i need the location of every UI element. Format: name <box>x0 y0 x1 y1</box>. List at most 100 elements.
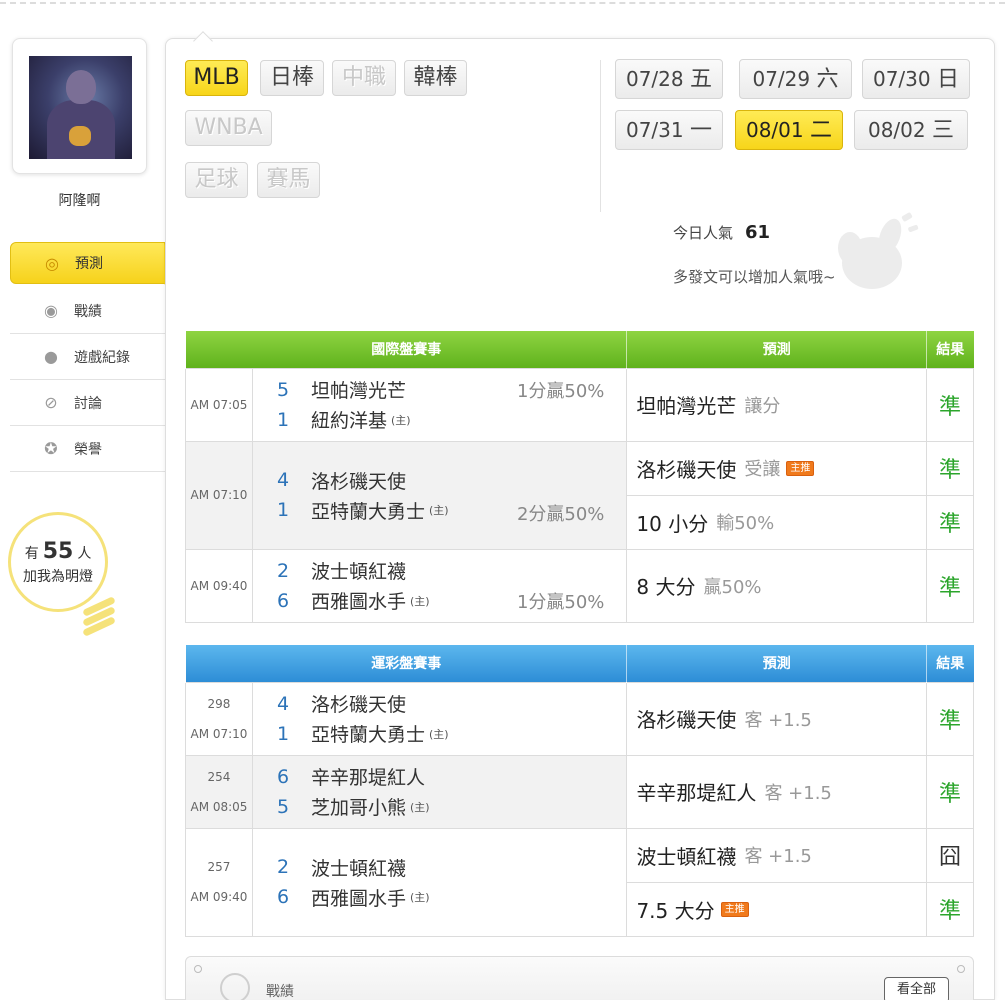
bulb-base-icon <box>82 596 122 646</box>
team-name[interactable]: 西雅圖水手 <box>311 587 406 614</box>
league-button[interactable]: 韓棒 <box>404 60 467 96</box>
team-name[interactable]: 洛杉磯天使 <box>311 467 406 494</box>
prediction: 波士頓紅襪客 +1.5 <box>636 841 926 870</box>
result-cell: 囧 <box>926 827 974 883</box>
mascot-watermark-icon <box>838 212 919 289</box>
league-button[interactable]: MLB <box>185 60 248 96</box>
sidebar-item-label: 遊戲紀錄 <box>74 349 130 366</box>
corner-dot <box>957 965 965 973</box>
prediction-cell: 10 小分 輸50% <box>626 494 928 550</box>
target-icon: ◎ <box>45 253 59 273</box>
game-time-cell: 298 AM 07:10 <box>185 681 253 756</box>
prediction-pick: 波士頓紅襪 <box>636 844 737 869</box>
handicap: 2分贏50% <box>516 503 605 525</box>
date-weekday: 二 <box>809 118 832 143</box>
prediction: 洛杉磯天使客 +1.5 <box>636 704 926 733</box>
record-icon: ◉ <box>44 301 58 320</box>
handicap: 1分贏50% <box>516 380 605 402</box>
prediction-cell: 洛杉磯天使 受讓 主推 <box>626 440 928 496</box>
team-name[interactable]: 波士頓紅襪 <box>311 557 406 584</box>
avatar[interactable] <box>29 56 132 159</box>
game-cell: 2 波士頓紅襪 6 西雅圖水手 (主) 1分贏50% <box>251 548 628 623</box>
date-month-day: 07/28 <box>625 67 684 91</box>
game-cell: 5 坦帕灣光芒 1 紐約洋基 (主) 1分贏50% <box>251 367 628 442</box>
game-time-cell: AM 07:05 <box>185 367 253 442</box>
fans-bulb[interactable]: 有 55 人 加我為明燈 <box>8 512 108 612</box>
team-score: 2 <box>276 856 290 878</box>
username[interactable]: 阿隆啊 <box>12 190 147 210</box>
fans-count-line: 有 55 人 <box>24 539 92 564</box>
team-name[interactable]: 波士頓紅襪 <box>311 854 406 881</box>
prediction: 10 小分 輸50% <box>636 508 926 537</box>
game-time: AM 07:10 <box>190 726 248 741</box>
result-cell: 準 <box>926 681 974 756</box>
prediction-cell: 8 大分 贏50% <box>626 548 928 623</box>
home-mark: (主) <box>428 727 449 741</box>
prediction-pick: 辛辛那堤紅人 <box>636 781 757 805</box>
date-button[interactable]: 07/29 六 <box>739 59 852 99</box>
table-row: AM 07:10 4 洛杉磯天使 1 亞特蘭大勇士 (主) 2分贏50% 洛杉磯天使 受讓 主推準 <box>185 440 974 550</box>
date-button[interactable]: 08/02 三 <box>854 110 968 150</box>
date-button[interactable]: 07/28 五 <box>615 59 723 99</box>
date-weekday: 五 <box>689 67 712 92</box>
header-pred: 預測 <box>626 645 927 682</box>
date-month-day: 07/29 <box>752 67 811 91</box>
team-score: 4 <box>276 692 290 715</box>
team-name[interactable]: 坦帕灣光芒 <box>311 376 406 403</box>
sidebar-item-0[interactable]: ◎ 預測 <box>10 242 174 285</box>
team-name[interactable]: 紐約洋基 <box>311 406 387 433</box>
header-pred: 預測 <box>626 331 927 368</box>
date-month-day: 08/02 <box>867 118 926 142</box>
result-cell: 準 <box>926 881 974 937</box>
date-weekday: 日 <box>936 67 959 92</box>
game-number: 298 <box>207 696 231 711</box>
team-score: 4 <box>276 469 290 491</box>
team-name[interactable]: 亞特蘭大勇士 <box>311 720 425 747</box>
team-line: 2 波士頓紅襪 <box>277 852 627 882</box>
date-button[interactable]: 07/31 一 <box>615 110 723 150</box>
featured-badge: 主推 <box>786 460 815 476</box>
game-cell: 6 辛辛那堤紅人 5 芝加哥小熊 (主) <box>251 754 628 829</box>
league-button[interactable]: 日棒 <box>260 60 324 96</box>
team-score: 6 <box>276 886 290 908</box>
record-icon <box>220 973 250 1000</box>
date-button[interactable]: 08/01 二 <box>735 110 843 150</box>
team-line: 1 亞特蘭大勇士 (主) <box>277 719 627 749</box>
fans-count: 55 <box>42 539 74 564</box>
sidebar-item-label: 預測 <box>75 256 103 272</box>
game-number: 257 <box>207 860 231 874</box>
header-result: 結果 <box>926 331 974 368</box>
team-name[interactable]: 洛杉磯天使 <box>311 690 406 717</box>
header-game: 國際盤賽事 <box>184 331 627 368</box>
game-time: AM 07:05 <box>190 397 248 412</box>
league-button[interactable]: 賽馬 <box>257 162 320 198</box>
header-game: 運彩盤賽事 <box>184 645 627 682</box>
team-score: 2 <box>276 559 290 582</box>
corner-dot <box>194 965 202 973</box>
team-name[interactable]: 辛辛那堤紅人 <box>311 763 425 790</box>
league-button[interactable]: 足球 <box>185 162 248 198</box>
circle-icon: ● <box>44 347 58 366</box>
team-name[interactable]: 西雅圖水手 <box>311 884 406 911</box>
record-panel: 戰績 看全部 <box>185 956 974 1000</box>
league-button[interactable]: 中職 <box>332 60 396 96</box>
team-name[interactable]: 亞特蘭大勇士 <box>311 497 425 524</box>
date-button[interactable]: 07/30 日 <box>862 59 970 99</box>
sidebar-item-2[interactable]: ● 遊戲紀錄 <box>10 334 165 380</box>
sidebar-item-4[interactable]: ✪ 榮譽 <box>10 426 165 472</box>
header-row: 國際盤賽事 預測 結果 <box>184 331 974 368</box>
avatar-card[interactable] <box>12 38 147 174</box>
team-score: 6 <box>276 589 290 612</box>
chat-icon: ⊘ <box>44 393 58 412</box>
sidebar-item-1[interactable]: ◉ 戰績 <box>10 288 165 334</box>
result-cell: 準 <box>926 754 974 829</box>
prediction: 辛辛那堤紅人客 +1.5 <box>636 777 926 806</box>
sidebar-item-3[interactable]: ⊘ 討論 <box>10 380 165 426</box>
popularity: 今日人氣 61 <box>673 222 770 243</box>
view-all-button[interactable]: 看全部 <box>883 977 949 1000</box>
team-name[interactable]: 芝加哥小熊 <box>311 793 406 820</box>
league-button[interactable]: WNBA <box>185 110 272 146</box>
prediction-cell: 坦帕灣光芒 讓分 <box>626 367 928 442</box>
game-time-cell: 254 AM 08:05 <box>185 754 253 829</box>
date-month-day: 07/31 <box>625 118 684 142</box>
